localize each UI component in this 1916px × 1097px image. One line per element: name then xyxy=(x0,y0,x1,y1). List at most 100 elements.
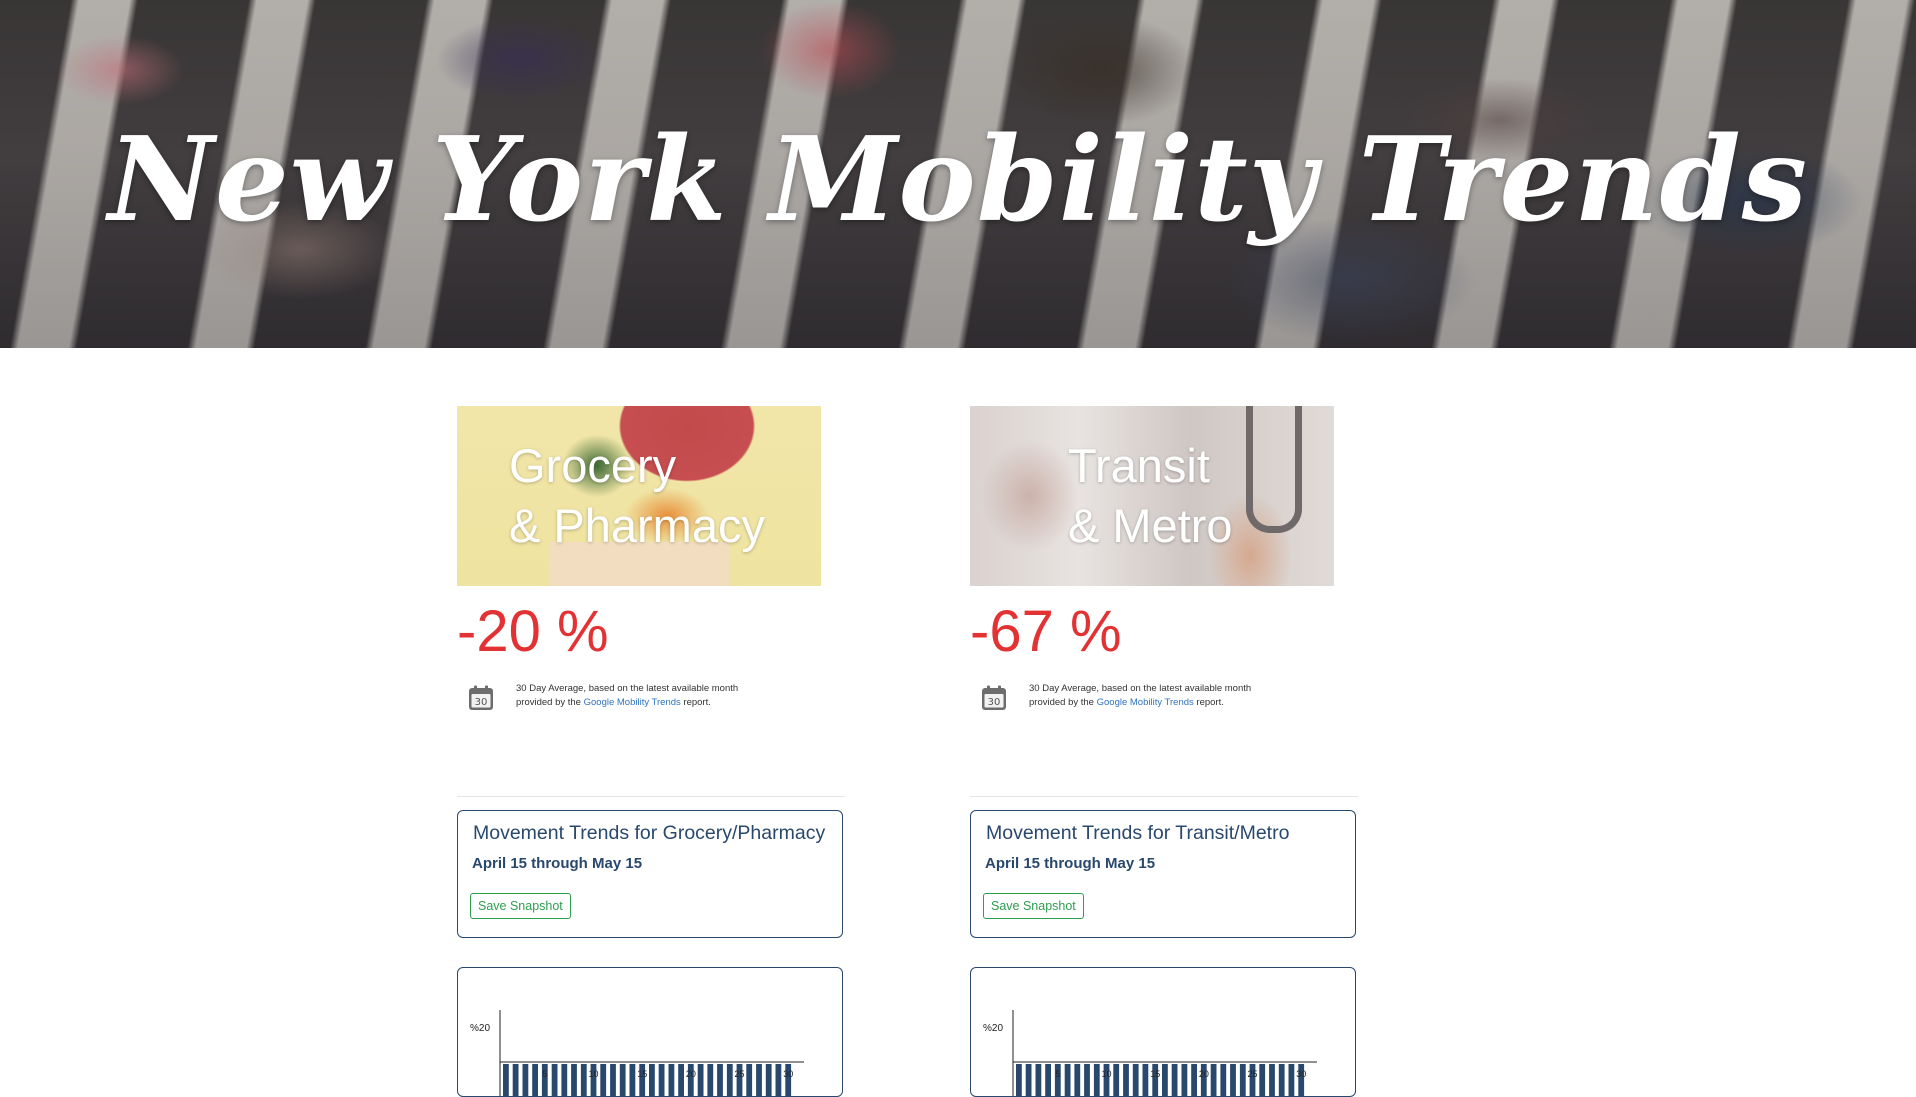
google-mobility-link[interactable]: Google Mobility Trends xyxy=(584,697,681,708)
page-title: New York Mobility Trends xyxy=(107,112,1809,248)
chart-bar xyxy=(717,1064,723,1096)
chart-bar xyxy=(1269,1064,1275,1096)
chart-bar xyxy=(1084,1064,1090,1096)
chart-bar xyxy=(1074,1064,1081,1096)
chart-bar xyxy=(1288,1064,1295,1096)
chart-bar xyxy=(619,1064,626,1096)
metric-value: -20 % xyxy=(457,599,609,664)
note-text: 30 Day Average, based on the latest avai… xyxy=(1029,682,1259,710)
transit-column: Transit & Metro -67 % 30 30 Day Average,… xyxy=(970,406,1360,1097)
x-tick-label: 15 xyxy=(637,1069,647,1079)
chart-bar xyxy=(746,1064,753,1096)
x-tick-label: 5 xyxy=(1055,1069,1060,1079)
x-tick-label: 5 xyxy=(542,1069,547,1079)
chart-bar xyxy=(707,1064,714,1096)
calendar-icon: 30 xyxy=(469,685,493,710)
divider xyxy=(457,796,845,797)
chart-bar xyxy=(658,1064,665,1096)
calendar-icon-text: 30 xyxy=(988,697,1001,708)
x-tick-label: 20 xyxy=(686,1069,696,1079)
transit-trend-card: Movement Trends for Transit/Metro April … xyxy=(970,810,1356,938)
chart-bar xyxy=(1259,1064,1266,1096)
chart-bar xyxy=(1230,1064,1236,1096)
chart-bar xyxy=(1191,1064,1197,1096)
y-tick-label: %20 xyxy=(983,1023,1003,1034)
chart-bar xyxy=(1210,1064,1217,1096)
chart-bar xyxy=(765,1064,772,1096)
x-tick-label: 25 xyxy=(1247,1069,1257,1079)
calendar-icon: 30 xyxy=(982,685,1006,710)
chart-bar xyxy=(1025,1064,1032,1096)
chart-bar xyxy=(1045,1064,1051,1096)
transit-note: 30 30 Day Average, based on the latest a… xyxy=(970,682,1360,742)
chart-bar xyxy=(1093,1064,1100,1096)
chart-bar xyxy=(1220,1064,1227,1096)
trend-title: Movement Trends for Grocery/Pharmacy xyxy=(473,822,826,844)
chart-bar xyxy=(775,1064,782,1096)
chart-bar xyxy=(668,1064,675,1096)
grocery-bar-chart: %20 5 10 15 20 25 30 xyxy=(470,1010,804,1096)
transit-chart: %20 5 10 15 20 25 30 xyxy=(970,967,1356,1097)
trend-date-range: April 15 through May 15 xyxy=(472,855,643,872)
chart-bar xyxy=(1162,1064,1168,1096)
google-mobility-link[interactable]: Google Mobility Trends xyxy=(1097,697,1194,708)
image-title-line1: Grocery xyxy=(509,439,677,492)
chart-bar xyxy=(1278,1064,1285,1096)
grocery-note: 30 30 Day Average, based on the latest a… xyxy=(457,682,847,742)
handle-strap-shape xyxy=(1246,406,1302,533)
chart-bar xyxy=(503,1064,509,1096)
chart-bar xyxy=(571,1064,577,1096)
transit-bar-chart: %20 5 10 15 20 25 30 xyxy=(983,1010,1317,1096)
chart-bar xyxy=(610,1064,616,1096)
chart-bar xyxy=(532,1064,538,1096)
chart-bar xyxy=(1064,1064,1071,1096)
transit-image: Transit & Metro xyxy=(970,406,1334,586)
chart-bar xyxy=(1016,1064,1022,1096)
x-tick-label: 25 xyxy=(734,1069,744,1079)
hero-banner: New York Mobility Trends xyxy=(0,0,1916,348)
chart-bar xyxy=(561,1064,568,1096)
transit-image-title: Transit & Metro xyxy=(1068,436,1233,556)
chart-bar xyxy=(1113,1064,1120,1096)
image-title-line1: Transit xyxy=(1068,439,1210,492)
chart-bar xyxy=(1123,1064,1129,1096)
chart-bar xyxy=(1035,1064,1042,1096)
chart-bar xyxy=(726,1064,733,1096)
chart-bar xyxy=(629,1064,636,1096)
chart-bar xyxy=(1239,1064,1246,1096)
chart-bar xyxy=(1171,1064,1178,1096)
divider xyxy=(970,796,1358,797)
chart-bar xyxy=(1181,1064,1188,1096)
chart-bar xyxy=(580,1064,587,1096)
trend-title: Movement Trends for Transit/Metro xyxy=(986,822,1290,844)
x-tick-label: 10 xyxy=(1101,1069,1111,1079)
chart-bar xyxy=(522,1064,529,1096)
x-tick-label: 20 xyxy=(1199,1069,1209,1079)
x-tick-label: 30 xyxy=(783,1069,793,1079)
note-text: 30 Day Average, based on the latest avai… xyxy=(516,682,746,710)
note-text-after: report. xyxy=(680,697,711,708)
grocery-chart: %20 5 10 15 20 25 30 xyxy=(457,967,843,1097)
save-snapshot-button[interactable]: Save Snapshot xyxy=(983,893,1084,919)
grocery-image: Grocery & Pharmacy xyxy=(457,406,821,586)
chart-bar xyxy=(1142,1064,1149,1096)
transit-metric: -67 % xyxy=(970,596,1360,668)
save-snapshot-button[interactable]: Save Snapshot xyxy=(470,893,571,919)
x-tick-label: 30 xyxy=(1296,1069,1306,1079)
y-tick-label: %20 xyxy=(470,1023,490,1034)
x-tick-label: 10 xyxy=(588,1069,598,1079)
grocery-image-title: Grocery & Pharmacy xyxy=(509,436,765,556)
chart-bar xyxy=(551,1064,558,1096)
trend-date-range: April 15 through May 15 xyxy=(985,855,1156,872)
grocery-trend-card: Movement Trends for Grocery/Pharmacy Apr… xyxy=(457,810,843,938)
chart-bar xyxy=(512,1064,519,1096)
chart-bar xyxy=(649,1064,655,1096)
chart-bar xyxy=(697,1064,704,1096)
note-text-after: report. xyxy=(1193,697,1224,708)
x-tick-label: 15 xyxy=(1150,1069,1160,1079)
calendar-icon-text: 30 xyxy=(475,697,488,708)
chart-bar xyxy=(600,1064,607,1096)
chart-bar xyxy=(756,1064,762,1096)
grocery-column: Grocery & Pharmacy -20 % 30 30 Day Avera… xyxy=(457,406,847,1097)
image-title-line2: & Metro xyxy=(1068,499,1233,552)
